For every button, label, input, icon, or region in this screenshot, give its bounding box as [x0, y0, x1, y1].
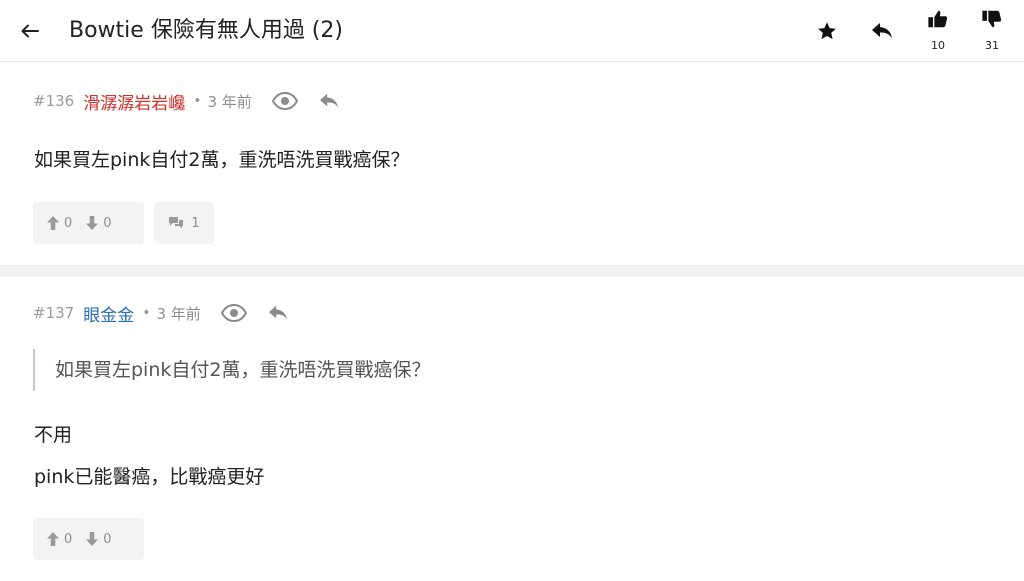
reply-icon: [268, 305, 287, 320]
comments-icon: [169, 217, 184, 229]
arrow-left-icon: [21, 24, 39, 38]
post-meta: #136 滑潺潺岩岩巉 • 3 年前: [33, 89, 340, 114]
dislike-thread-button[interactable]: [979, 6, 1005, 32]
eye-icon: [220, 304, 247, 322]
upvote-button[interactable]: 0: [47, 532, 72, 547]
favorite-button[interactable]: [814, 18, 840, 44]
back-button[interactable]: [14, 15, 46, 47]
vote-controls: 0 0: [33, 202, 144, 244]
reply-post-button[interactable]: [267, 304, 289, 322]
downvote-button[interactable]: 0: [86, 215, 112, 231]
meta-separator: •: [193, 93, 202, 109]
post-age: 3 年前: [207, 92, 252, 111]
reply-icon: [319, 93, 338, 108]
downvote-count: 0: [103, 215, 112, 231]
like-thread-button[interactable]: [925, 6, 951, 32]
post-separator: [0, 265, 1024, 277]
reply-count: 1: [191, 215, 200, 231]
top-bar: Bowtie 保險有無人用過 (2) 10 31: [0, 0, 1024, 62]
post-number: #137: [33, 304, 75, 322]
reply-post-button[interactable]: [318, 92, 340, 110]
post-137: #137 眼金金 • 3 年前 如果買左pink自付2萬，重洗唔洗買戰癌保？ 不…: [0, 277, 1024, 581]
post-content: 如果買左pink自付2萬，重洗唔洗買戰癌保？: [34, 149, 410, 171]
eye-icon: [271, 92, 298, 110]
author-name[interactable]: 滑潺潺岩岩巉: [83, 89, 185, 114]
thumbs-down-icon: [982, 10, 1002, 28]
downvote-count: 0: [103, 531, 112, 547]
reply-icon: [872, 23, 892, 39]
arrow-down-icon: [86, 532, 99, 546]
star-icon: [818, 22, 836, 40]
arrow-up-icon: [47, 216, 59, 230]
reply-thread-button[interactable]: [868, 18, 896, 44]
arrow-down-icon: [86, 216, 99, 230]
downvote-button[interactable]: 0: [86, 531, 112, 547]
arrow-up-icon: [47, 532, 59, 546]
page-title: Bowtie 保險有無人用過 (2): [69, 18, 343, 43]
author-name[interactable]: 眼金金: [83, 301, 134, 326]
post-age: 3 年前: [156, 304, 201, 323]
post-meta: #137 眼金金 • 3 年前: [33, 301, 289, 326]
view-author-button[interactable]: [271, 92, 298, 110]
post-number: #136: [33, 92, 75, 110]
upvote-button[interactable]: 0: [47, 216, 72, 231]
like-count: 10: [931, 39, 945, 52]
replies-button[interactable]: 1: [154, 202, 214, 244]
post-136: #136 滑潺潺岩岩巉 • 3 年前 如果買左pink自付2萬，重洗唔洗買戰癌保…: [0, 63, 1024, 265]
upvote-count: 0: [64, 531, 73, 547]
vote-controls: 0 0: [33, 518, 144, 560]
thumbs-up-icon: [928, 10, 948, 28]
meta-separator: •: [142, 305, 151, 321]
upvote-count: 0: [64, 215, 73, 231]
quoted-post: 如果買左pink自付2萬，重洗唔洗買戰癌保？: [33, 349, 430, 391]
view-author-button[interactable]: [220, 304, 247, 322]
post-content-line: 不用: [34, 424, 73, 446]
dislike-count: 31: [985, 39, 999, 52]
post-content-line: pink已能醫癌，比戰癌更好: [34, 466, 265, 488]
